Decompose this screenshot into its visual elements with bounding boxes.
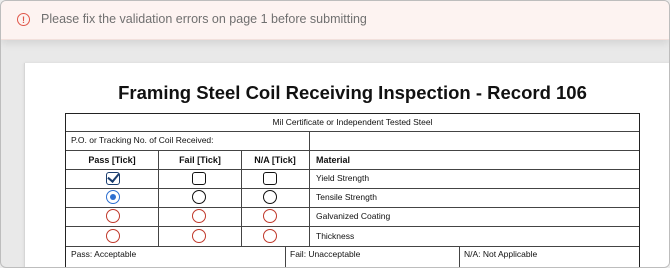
exclamation-circle-icon: ! (17, 13, 30, 26)
page-title: Framing Steel Coil Receiving Inspection … (118, 82, 587, 103)
col-pass: Pass [Tick] (88, 155, 136, 165)
legend-divider-1 (285, 246, 286, 267)
item-row-yield: Yield Strength (66, 169, 639, 189)
legend-row: Pass: Acceptable Fail: Unacceptable N/A:… (66, 246, 639, 267)
material-label: Yield Strength (316, 173, 370, 183)
yield-fail-checkbox[interactable] (192, 172, 206, 185)
section-header-row: Mil Certificate or Independent Tested St… (66, 114, 639, 132)
legend-divider-2 (459, 246, 460, 267)
item-row-galvanized: Galvanized Coating (66, 207, 639, 227)
thickness-na-radio[interactable] (263, 229, 277, 243)
document-page: Framing Steel Coil Receiving Inspection … (24, 63, 669, 267)
material-label: Thickness (316, 231, 355, 241)
column-header-row: Pass [Tick] Fail [Tick] N/A [Tick] Mater… (66, 151, 639, 170)
tensile-na-radio[interactable] (263, 190, 277, 204)
inspection-form: Mil Certificate or Independent Tested St… (65, 113, 640, 267)
divider-pass-fail (158, 151, 159, 246)
thickness-pass-radio[interactable] (106, 229, 120, 243)
po-input[interactable] (310, 131, 639, 150)
material-label: Tensile Strength (316, 192, 377, 202)
yield-pass-checkbox[interactable] (106, 172, 120, 185)
col-material: Material (316, 155, 351, 165)
legend-fail: Fail: Unacceptable (290, 249, 361, 259)
galvanized-pass-radio[interactable] (106, 209, 120, 223)
tensile-fail-radio[interactable] (192, 190, 206, 204)
po-label: P.O. or Tracking No. of Coil Received: (71, 135, 214, 145)
col-fail: Fail [Tick] (179, 155, 221, 165)
divider-na-material (309, 151, 310, 246)
legend-na: N/A: Not Applicable (464, 249, 538, 259)
item-row-thickness: Thickness (66, 226, 639, 247)
galvanized-na-radio[interactable] (263, 209, 277, 223)
po-row: P.O. or Tracking No. of Coil Received: (66, 131, 639, 151)
po-divider (309, 131, 310, 151)
material-label: Galvanized Coating (316, 211, 391, 221)
tensile-pass-radio[interactable] (106, 190, 120, 204)
legend-pass: Pass: Acceptable (71, 249, 137, 259)
galvanized-fail-radio[interactable] (192, 209, 206, 223)
section-header: Mil Certificate or Independent Tested St… (272, 117, 433, 127)
col-na: N/A [Tick] (254, 155, 296, 165)
item-row-tensile: Tensile Strength (66, 188, 639, 208)
divider-fail-na (241, 151, 242, 246)
alert-message: Please fix the validation errors on page… (41, 12, 367, 26)
validation-alert: ! Please fix the validation errors on pa… (1, 1, 669, 40)
viewer-window: ! Please fix the validation errors on pa… (0, 0, 670, 268)
yield-na-checkbox[interactable] (263, 172, 277, 185)
thickness-fail-radio[interactable] (192, 229, 206, 243)
